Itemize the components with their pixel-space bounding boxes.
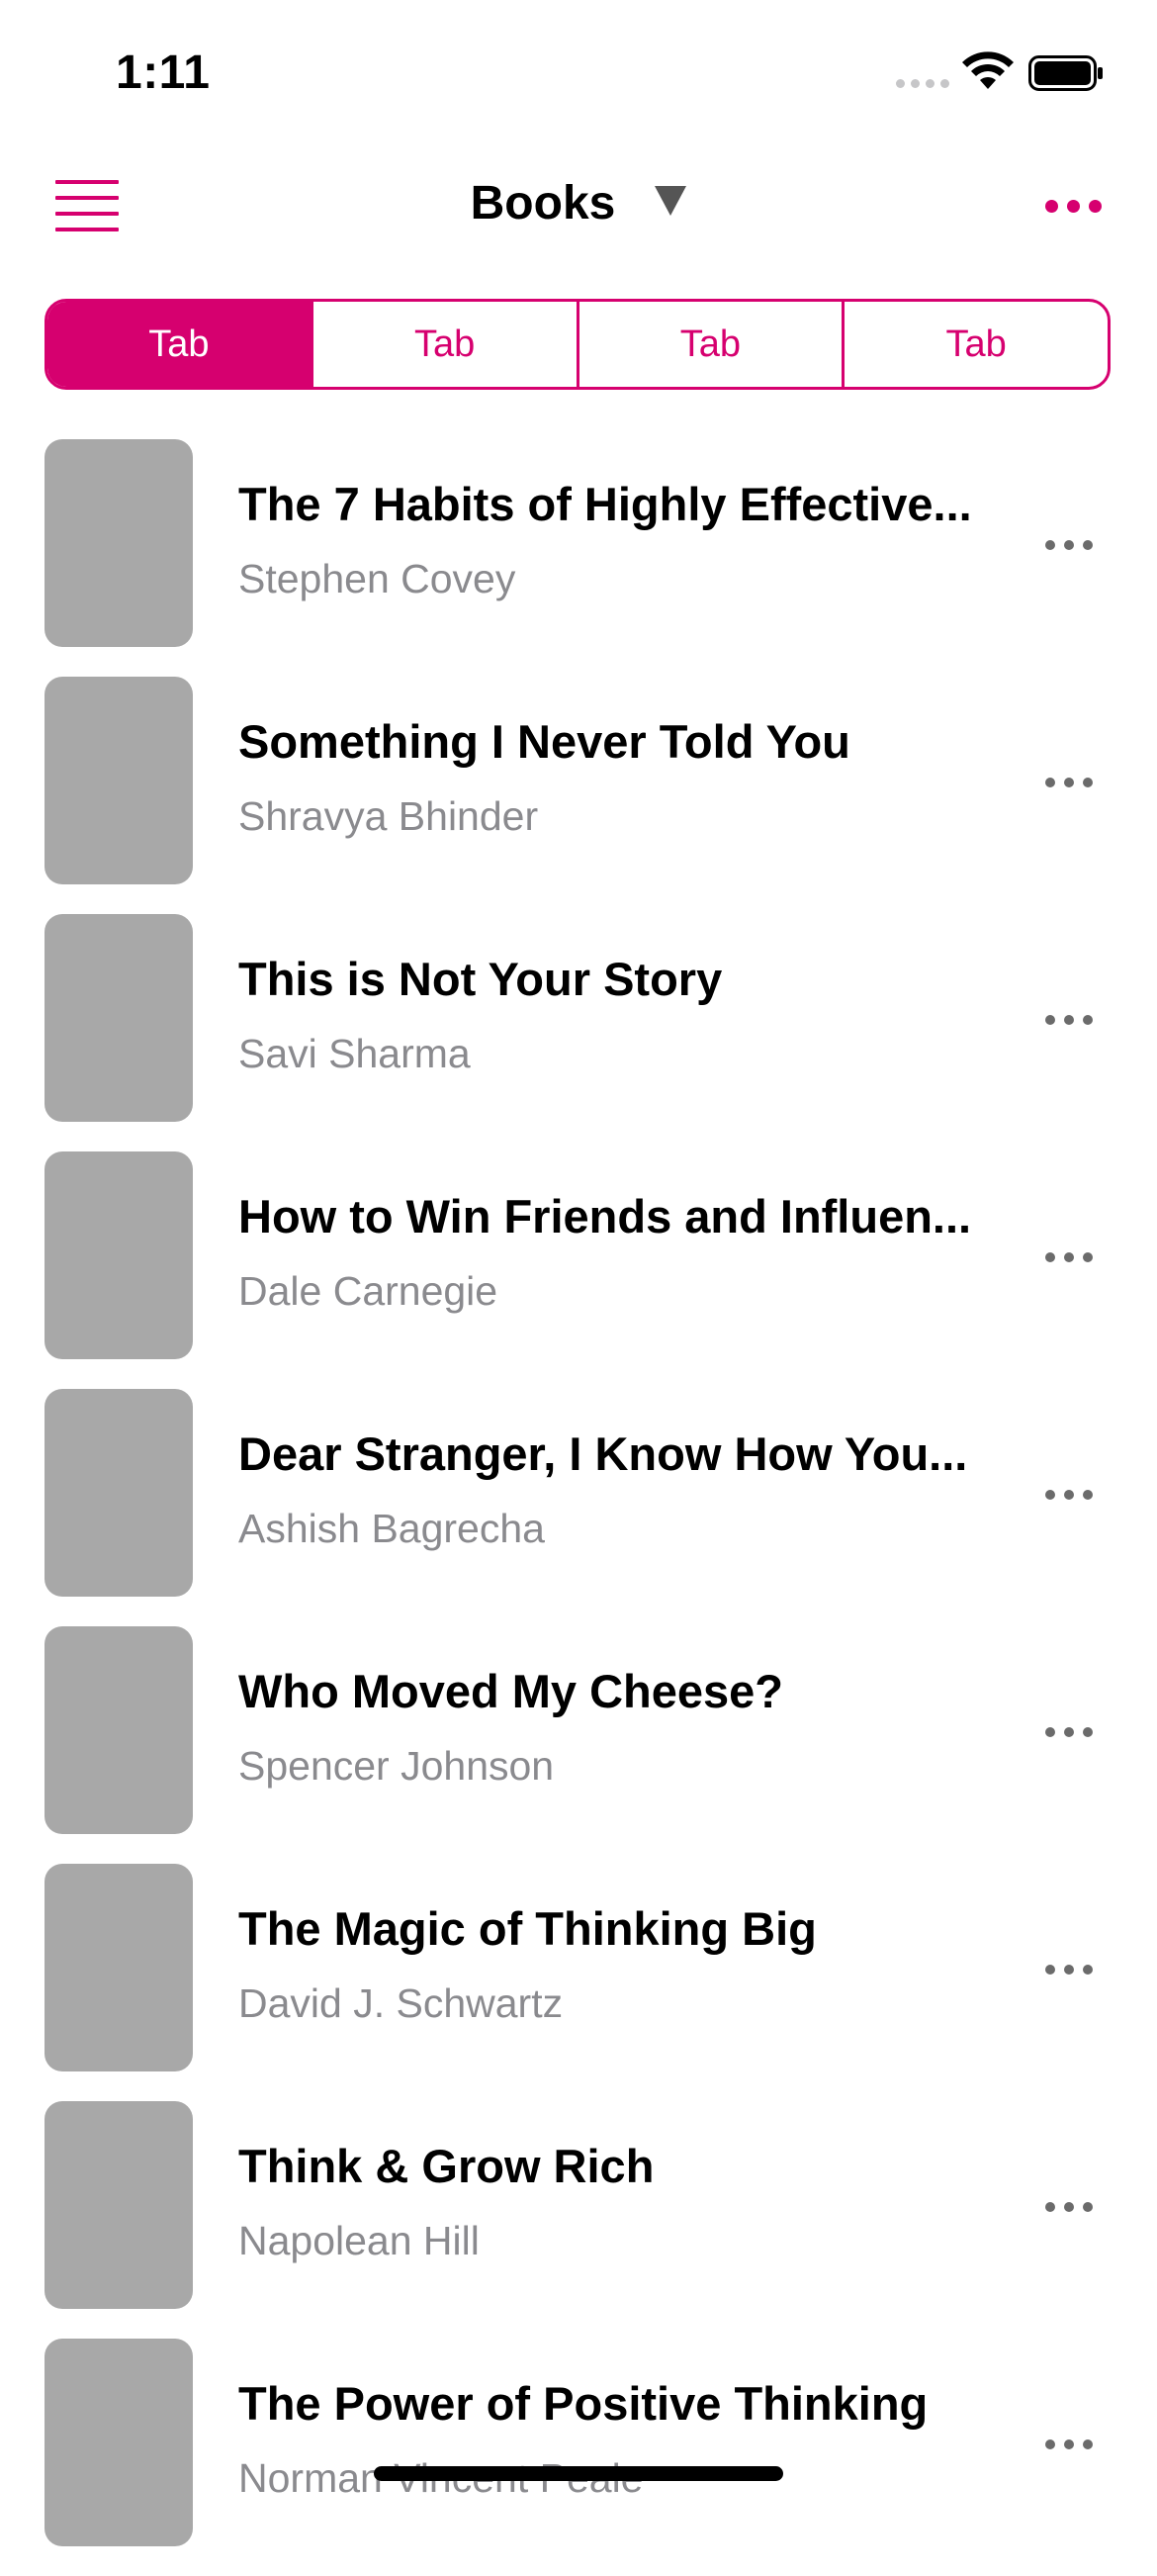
book-cover-image — [44, 677, 193, 884]
book-cover-image — [44, 1626, 193, 1834]
book-cover-image — [44, 1151, 193, 1359]
hamburger-menu-icon[interactable] — [55, 180, 119, 233]
status-bar: 1:11 — [0, 0, 1157, 148]
more-options-icon[interactable] — [1045, 1252, 1093, 1262]
book-author: Shravya Bhinder — [238, 793, 539, 839]
book-cover-image — [44, 439, 193, 647]
more-options-icon[interactable] — [1045, 540, 1093, 550]
more-options-icon[interactable] — [1045, 2202, 1093, 2212]
list-item[interactable]: The Magic of Thinking Big David J. Schwa… — [0, 1864, 1157, 2101]
book-cover-image — [44, 2101, 193, 2309]
status-time: 1:11 — [116, 46, 211, 99]
book-cover-image — [44, 2339, 193, 2546]
more-options-icon[interactable] — [1045, 1015, 1093, 1025]
book-cover-image — [44, 1389, 193, 1597]
caret-down-icon — [655, 185, 687, 216]
list-item[interactable]: Who Moved My Cheese? Spencer Johnson — [0, 1626, 1157, 1864]
tab-1[interactable]: Tab — [47, 302, 311, 387]
list-item[interactable]: How to Win Friends and Influen... Dale C… — [0, 1151, 1157, 1389]
cellular-signal-icon — [896, 79, 949, 88]
more-horizontal-icon[interactable] — [1045, 200, 1102, 213]
book-author: Spencer Johnson — [238, 1743, 555, 1789]
list-item[interactable]: The Power of Positive Thinking Norman Vi… — [0, 2339, 1157, 2576]
title-dropdown[interactable]: Books — [471, 176, 687, 230]
book-cover-image — [44, 1864, 193, 2071]
segmented-tabs: Tab Tab Tab Tab — [44, 299, 1111, 390]
list-item[interactable]: Think & Grow Rich Napolean Hill — [0, 2101, 1157, 2339]
book-title: Something I Never Told You — [238, 715, 850, 768]
book-cover-image — [44, 914, 193, 1122]
title-container: Books — [0, 176, 1157, 230]
book-title: Who Moved My Cheese? — [238, 1665, 784, 1717]
list-item[interactable]: Something I Never Told You Shravya Bhind… — [0, 677, 1157, 914]
wifi-icon — [962, 51, 1014, 89]
book-title: The 7 Habits of Highly Effective... — [238, 478, 972, 530]
more-options-icon[interactable] — [1045, 2439, 1093, 2449]
book-title: This is Not Your Story — [238, 953, 723, 1005]
book-title: How to Win Friends and Influen... — [238, 1190, 972, 1242]
home-indicator[interactable] — [374, 2466, 783, 2481]
book-list: The 7 Habits of Highly Effective... Step… — [0, 439, 1157, 2576]
book-author: Ashish Bagrecha — [238, 1506, 545, 1551]
list-item[interactable]: The 7 Habits of Highly Effective... Step… — [0, 439, 1157, 677]
more-options-icon[interactable] — [1045, 1727, 1093, 1737]
book-author: Stephen Covey — [238, 556, 516, 601]
list-item[interactable]: Dear Stranger, I Know How You... Ashish … — [0, 1389, 1157, 1626]
list-item[interactable]: This is Not Your Story Savi Sharma — [0, 914, 1157, 1151]
battery-icon — [1028, 55, 1103, 91]
book-author: Napolean Hill — [238, 2218, 480, 2263]
more-options-icon[interactable] — [1045, 778, 1093, 787]
book-title: The Power of Positive Thinking — [238, 2377, 929, 2430]
book-author: Dale Carnegie — [238, 1268, 498, 1314]
more-options-icon[interactable] — [1045, 1965, 1093, 1975]
more-options-icon[interactable] — [1045, 1490, 1093, 1500]
tab-3[interactable]: Tab — [576, 302, 843, 387]
book-author: David J. Schwartz — [238, 1980, 564, 2026]
page-title: Books — [470, 177, 616, 230]
book-author: Savi Sharma — [238, 1031, 471, 1076]
tab-4[interactable]: Tab — [842, 302, 1108, 387]
book-title: The Magic of Thinking Big — [238, 1902, 817, 1955]
tab-2[interactable]: Tab — [310, 302, 577, 387]
navigation-bar: Books — [0, 148, 1157, 261]
book-title: Dear Stranger, I Know How You... — [238, 1427, 968, 1480]
book-title: Think & Grow Rich — [238, 2140, 655, 2192]
